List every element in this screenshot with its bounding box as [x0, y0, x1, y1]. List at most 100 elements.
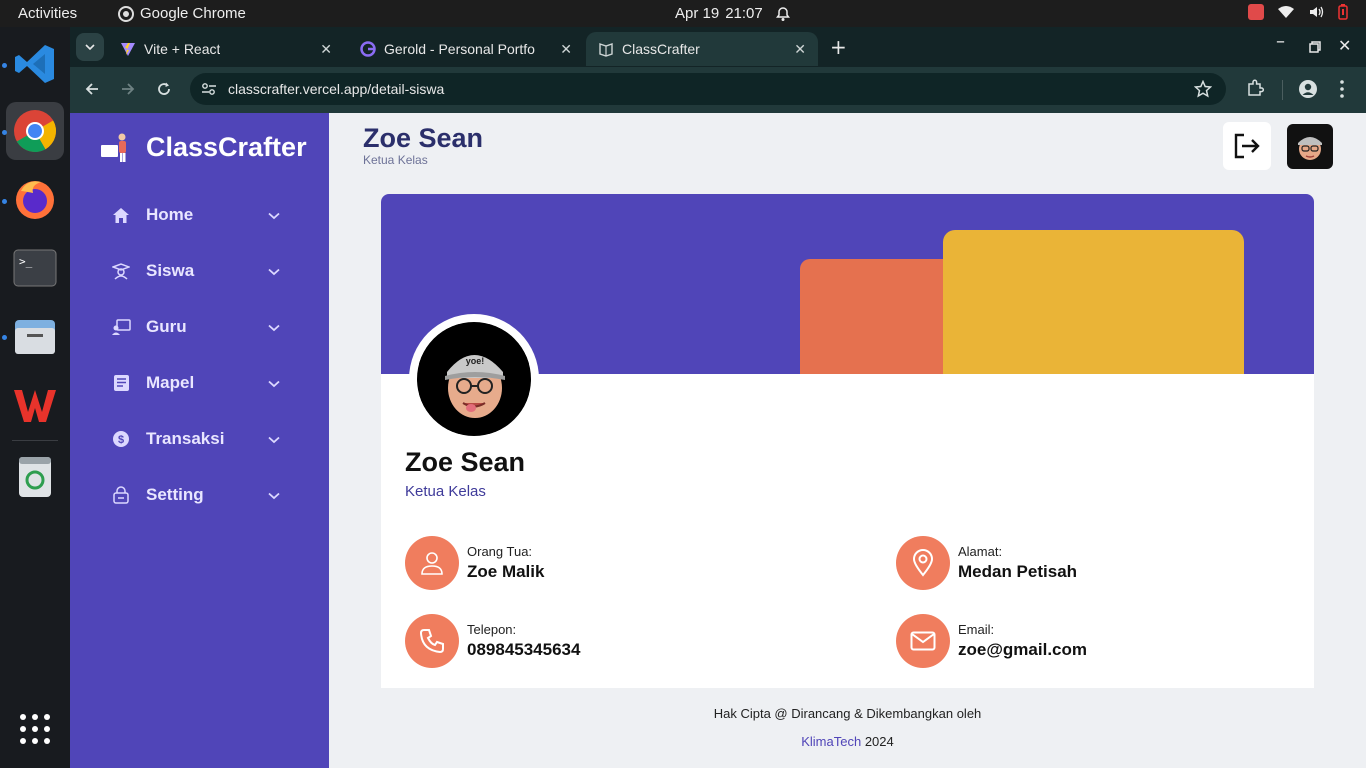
nav-label: Home: [146, 205, 194, 224]
profile-photo: yoe!: [409, 314, 539, 444]
back-arrow-icon[interactable]: [84, 81, 100, 97]
browser-tab[interactable]: Gerold - Personal Portfo ✕: [348, 32, 584, 66]
user-avatar[interactable]: [1287, 124, 1333, 169]
browser-tab-strip: Vite + React ✕ Gerold - Personal Portfo …: [70, 27, 1366, 67]
user-icon: [405, 536, 459, 590]
clock-time: 21:07: [725, 5, 763, 22]
tab-title: ClassCrafter: [622, 41, 700, 57]
logout-button[interactable]: [1223, 122, 1271, 170]
book-icon: [110, 374, 132, 392]
info-orang-tua: Orang Tua: Zoe Malik: [405, 536, 544, 590]
reload-icon[interactable]: [156, 81, 172, 97]
terminal-launcher[interactable]: >_: [6, 239, 64, 297]
minimize-window-button[interactable]: –: [1276, 31, 1285, 52]
svg-text:$: $: [118, 434, 124, 446]
student-name: Zoe Sean: [405, 447, 526, 477]
info-telepon: Telepon: 089845345634: [405, 614, 580, 668]
chevron-down-icon: [268, 485, 280, 505]
web-page: ClassCrafter Home Siswa Guru Mapel $ Tra…: [70, 113, 1366, 768]
kebab-menu-icon[interactable]: [1340, 80, 1344, 98]
footer-credit: Hak Cipta @ Dirancang & Dikembangkan ole…: [713, 706, 982, 721]
memoji-avatar-icon: [1298, 136, 1322, 160]
app-grid-icon: [20, 714, 50, 744]
browser-tab[interactable]: Vite + React ✕: [108, 32, 344, 66]
show-apps-button[interactable]: [6, 700, 64, 758]
info-label: Telepon:: [467, 622, 517, 637]
vite-favicon-icon: [121, 43, 135, 56]
clock-date: Apr 19: [675, 5, 720, 22]
tab-title: Gerold - Personal Portfo: [384, 41, 535, 57]
tab-close-icon[interactable]: ✕: [794, 41, 806, 58]
tab-close-icon[interactable]: ✕: [560, 41, 572, 58]
student-role: Ketua Kelas: [405, 483, 486, 500]
notification-bell-icon: [775, 6, 790, 21]
system-top-bar: Activities Google Chrome Apr 19 21:07: [0, 0, 1366, 27]
vscode-launcher[interactable]: [6, 35, 64, 93]
chrome-launcher[interactable]: [6, 102, 64, 160]
brand-logo[interactable]: ClassCrafter: [100, 131, 307, 163]
footer-brand-link[interactable]: KlimaTech: [801, 734, 861, 749]
nav-mapel[interactable]: Mapel: [110, 373, 280, 393]
trash-icon: [19, 457, 51, 497]
page-subtitle: Ketua Kelas: [363, 153, 428, 167]
memoji-photo-icon: yoe!: [419, 324, 529, 434]
running-indicator: [2, 335, 7, 340]
nav-label: Setting: [146, 485, 204, 504]
address-bar[interactable]: classcrafter.vercel.app/detail-siswa: [190, 73, 1226, 105]
firefox-launcher[interactable]: [6, 170, 64, 228]
logout-icon: [1234, 133, 1260, 159]
nav-guru[interactable]: Guru: [110, 317, 280, 337]
bookmark-star-icon[interactable]: [1194, 80, 1212, 98]
info-alamat: Alamat: Medan Petisah: [896, 536, 1077, 590]
chevron-down-icon: [268, 261, 280, 281]
files-launcher[interactable]: [6, 307, 64, 365]
info-value: zoe@gmail.com: [958, 640, 1087, 659]
wps-office-launcher[interactable]: [6, 376, 64, 434]
forward-arrow-icon[interactable]: [120, 81, 136, 97]
running-indicator: [2, 130, 7, 135]
nav-setting[interactable]: Setting: [110, 485, 280, 505]
chevron-down-icon: [268, 205, 280, 225]
teacher-icon: [110, 318, 132, 336]
location-icon: [896, 536, 950, 590]
extensions-puzzle-icon[interactable]: [1246, 79, 1264, 97]
trash-launcher[interactable]: [6, 447, 64, 505]
nav-label: Mapel: [146, 373, 195, 392]
new-tab-button[interactable]: +: [830, 35, 847, 59]
battery-icon: [1338, 4, 1348, 20]
close-window-button[interactable]: ✕: [1338, 36, 1351, 55]
focused-app-name: Google Chrome: [140, 5, 246, 22]
vscode-icon: [15, 45, 54, 83]
firefox-icon: [16, 181, 54, 219]
tab-title: Vite + React: [144, 41, 221, 57]
activities-button[interactable]: Activities: [18, 5, 77, 22]
nav-label: Guru: [146, 317, 187, 336]
nav-transaksi[interactable]: $ Transaksi: [110, 429, 280, 449]
dock: >_: [0, 27, 70, 768]
nav-siswa[interactable]: Siswa: [110, 261, 280, 281]
url-text: classcrafter.vercel.app/detail-siswa: [228, 81, 445, 97]
profile-avatar-icon[interactable]: [1298, 79, 1318, 99]
focused-app-menu[interactable]: Google Chrome: [118, 5, 246, 22]
svg-text:yoe!: yoe!: [466, 356, 485, 366]
footer-brand-line: KlimaTech 2024: [329, 734, 1366, 749]
info-value: Medan Petisah: [958, 562, 1078, 581]
book-favicon-icon: [599, 43, 613, 57]
site-info-icon[interactable]: [201, 82, 217, 96]
nav-home[interactable]: Home: [110, 205, 280, 225]
browser-tab-active[interactable]: ClassCrafter ✕: [586, 32, 818, 66]
clock[interactable]: Apr 19 21:07: [675, 5, 791, 22]
student-icon: [110, 262, 132, 280]
info-label: Alamat:: [958, 544, 1003, 559]
brand-name: ClassCrafter: [146, 131, 307, 162]
tab-search-button[interactable]: [76, 33, 104, 61]
restore-window-button[interactable]: [1309, 41, 1321, 53]
info-value: 089845345634: [467, 640, 581, 659]
system-tray[interactable]: [1248, 4, 1348, 20]
running-indicator: [2, 199, 7, 204]
footer-year: 2024: [864, 734, 894, 749]
tab-close-icon[interactable]: ✕: [320, 41, 332, 58]
info-label: Email:: [958, 622, 995, 637]
chrome-icon: [14, 110, 57, 153]
phone-icon: [405, 614, 459, 668]
